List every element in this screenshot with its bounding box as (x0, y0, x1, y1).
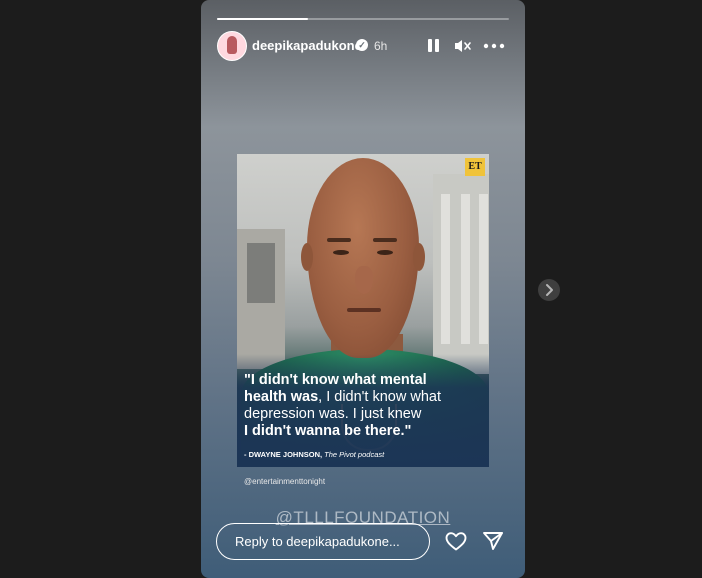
verified-check-icon: ✓ (356, 39, 368, 51)
chevron-right-icon (546, 284, 553, 296)
quote-attribution: - DWAYNE JOHNSON, The Pivot podcast (244, 450, 385, 459)
story-viewer[interactable]: deepikapadukone ✓ 6h ET "I didn't know w… (201, 0, 525, 578)
story-progress-fill (217, 18, 308, 20)
more-icon (483, 43, 505, 49)
mute-button[interactable] (452, 36, 472, 56)
story-media[interactable]: ET "I didn't know what mental health was… (237, 154, 489, 467)
portrait-head (301, 158, 425, 358)
background-columns (433, 174, 489, 374)
next-story-button[interactable] (538, 279, 560, 301)
story-progress-bar (217, 18, 509, 20)
heart-icon (445, 532, 467, 551)
avatar[interactable] (217, 31, 247, 61)
share-button[interactable] (480, 528, 506, 554)
reply-input[interactable] (216, 523, 430, 560)
like-button[interactable] (443, 528, 469, 554)
story-timestamp: 6h (374, 39, 388, 53)
mute-icon (455, 40, 471, 52)
et-logo: ET (465, 158, 485, 176)
pause-button[interactable] (424, 36, 444, 56)
story-header: deepikapadukone ✓ 6h (217, 31, 509, 61)
username[interactable]: deepikapadukone (252, 38, 362, 53)
background-building (237, 229, 285, 369)
more-options-button[interactable] (481, 36, 507, 56)
paper-plane-icon (483, 532, 503, 550)
media-credit[interactable]: @entertainmenttonight (244, 477, 325, 486)
quote-text: "I didn't know what mental health was, I… (244, 372, 442, 439)
pause-icon (428, 39, 432, 52)
